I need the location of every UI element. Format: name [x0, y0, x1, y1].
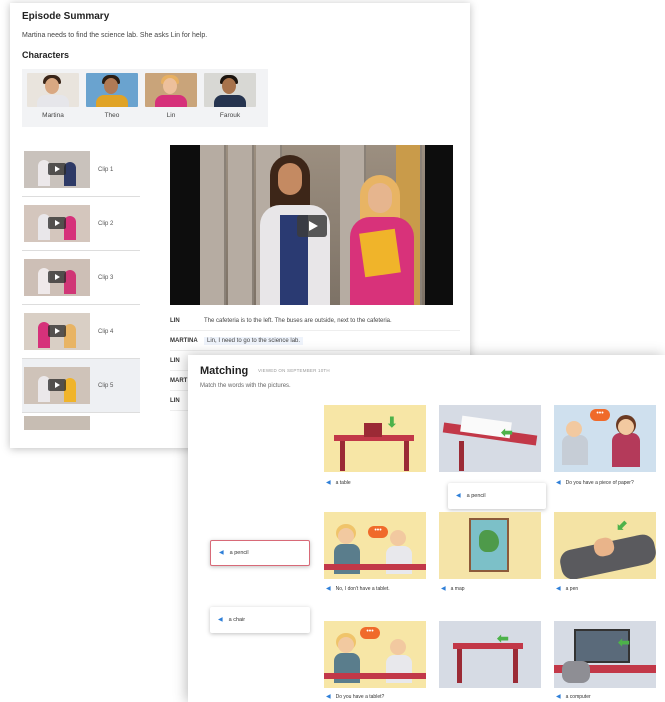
clip-list: Clip 1 Clip 2 Clip 3 Clip 4 Clip 5: [22, 143, 140, 433]
clip-item[interactable]: Clip 1: [22, 143, 140, 197]
play-icon: [48, 325, 66, 337]
arrow-icon: ⬅: [618, 634, 630, 650]
clip-label: Clip 2: [98, 220, 114, 227]
picture-caption: ◀ a map: [441, 586, 465, 593]
video-player[interactable]: [170, 145, 453, 305]
audio-icon[interactable]: ◀: [456, 493, 461, 500]
play-icon: [48, 217, 66, 229]
word-card[interactable]: ◀ a chair: [210, 607, 310, 633]
character-card[interactable]: Theo: [86, 73, 138, 123]
play-icon: [48, 379, 66, 391]
clip-label: Clip 3: [98, 274, 114, 281]
play-icon: [48, 163, 66, 175]
viewed-date: VIEWED ON SEPTEMBER 10TH: [258, 368, 330, 373]
picture-tile[interactable]: •••: [324, 512, 426, 579]
speech-bubble-icon: •••: [590, 409, 610, 421]
picture-tile[interactable]: ⬅: [439, 621, 541, 688]
picture-caption: ◀ Do you have a piece of paper?: [556, 480, 634, 487]
word-card[interactable]: ◀ a pencil: [210, 540, 310, 566]
clip-thumbnail: [24, 313, 90, 350]
character-photo: [204, 73, 256, 107]
transcript-row: MARTINA Lin, I need to go to the science…: [170, 331, 460, 351]
speech-bubble-icon: •••: [368, 526, 388, 538]
picture-caption: ◀ a pen: [556, 586, 579, 593]
character-photo: [145, 73, 197, 107]
picture-tile[interactable]: •••: [324, 621, 426, 688]
character-photo: [86, 73, 138, 107]
speech-bubble-icon: •••: [360, 627, 380, 639]
picture-caption: ◀ a table: [326, 480, 351, 487]
character-photo: [27, 73, 79, 107]
audio-icon[interactable]: ◀: [556, 586, 561, 593]
picture-caption: ◀ a computer: [556, 694, 591, 701]
matching-instructions: Match the words with the pictures.: [200, 383, 291, 389]
speaker-name: MARTINA: [170, 337, 198, 344]
arrow-icon: ⬅: [501, 424, 513, 440]
transcript-row: LIN The cafeteria is to the left. The bu…: [170, 311, 460, 331]
clip-label: Clip 1: [98, 166, 114, 173]
word-card[interactable]: ◀ a pencil: [448, 483, 546, 509]
clip-thumbnail: [24, 367, 90, 404]
clip-thumbnail: [24, 151, 90, 188]
transcript-line: Lin, I need to go to the science lab.: [204, 336, 304, 345]
audio-icon[interactable]: ◀: [326, 694, 331, 701]
character-name: Martina: [42, 112, 64, 119]
clip-item[interactable]: Clip 5: [22, 359, 140, 413]
audio-icon[interactable]: ◀: [441, 586, 446, 593]
picture-caption: ◀ Do you have a tablet?: [326, 694, 385, 701]
play-icon: [48, 271, 66, 283]
arrow-icon: ⬅: [497, 630, 509, 646]
episode-title: Episode Summary: [22, 11, 110, 22]
clip-item[interactable]: Clip 4: [22, 305, 140, 359]
clip-thumbnail: [24, 205, 90, 242]
picture-tile[interactable]: ⬅: [554, 621, 656, 688]
audio-icon[interactable]: ◀: [326, 480, 331, 487]
characters-list: Martina Theo Lin Farouk: [22, 69, 268, 127]
audio-icon[interactable]: ◀: [556, 480, 561, 487]
clip-thumbnail: [24, 416, 90, 430]
clip-item[interactable]: Clip 3: [22, 251, 140, 305]
picture-tile[interactable]: ⬇: [324, 405, 426, 472]
audio-icon[interactable]: ◀: [219, 550, 224, 557]
arrow-icon: ⬇: [386, 414, 398, 430]
character-name: Lin: [166, 112, 176, 119]
character-card[interactable]: Martina: [27, 73, 79, 123]
play-icon[interactable]: [297, 215, 327, 237]
clip-item[interactable]: Clip 2: [22, 197, 140, 251]
transcript-line: The cafeteria is to the left. The buses …: [204, 317, 392, 324]
character-card[interactable]: Lin: [145, 73, 197, 123]
speaker-name: LIN: [170, 317, 180, 324]
picture-tile[interactable]: •••: [554, 405, 656, 472]
picture-tile[interactable]: ⬋: [554, 512, 656, 579]
picture-tile[interactable]: [439, 512, 541, 579]
arrow-icon: ⬋: [616, 517, 628, 533]
character-name: Theo: [104, 112, 120, 119]
picture-tile[interactable]: ⬅: [439, 405, 541, 472]
characters-heading: Characters: [22, 50, 70, 60]
clip-thumbnail: [24, 259, 90, 296]
audio-icon[interactable]: ◀: [218, 617, 223, 624]
character-card[interactable]: Farouk: [204, 73, 256, 123]
picture-caption: ◀ No, I don't have a tablet.: [326, 586, 390, 593]
audio-icon[interactable]: ◀: [556, 694, 561, 701]
episode-description: Martina needs to find the science lab. S…: [22, 32, 208, 39]
audio-icon[interactable]: ◀: [326, 586, 331, 593]
matching-card: Matching VIEWED ON SEPTEMBER 10TH Match …: [188, 355, 665, 702]
clip-label: Clip 5: [98, 382, 114, 389]
clip-label: Clip 4: [98, 328, 114, 335]
clip-item[interactable]: [22, 413, 140, 433]
matching-title: Matching: [200, 365, 249, 377]
character-name: Farouk: [219, 112, 241, 119]
